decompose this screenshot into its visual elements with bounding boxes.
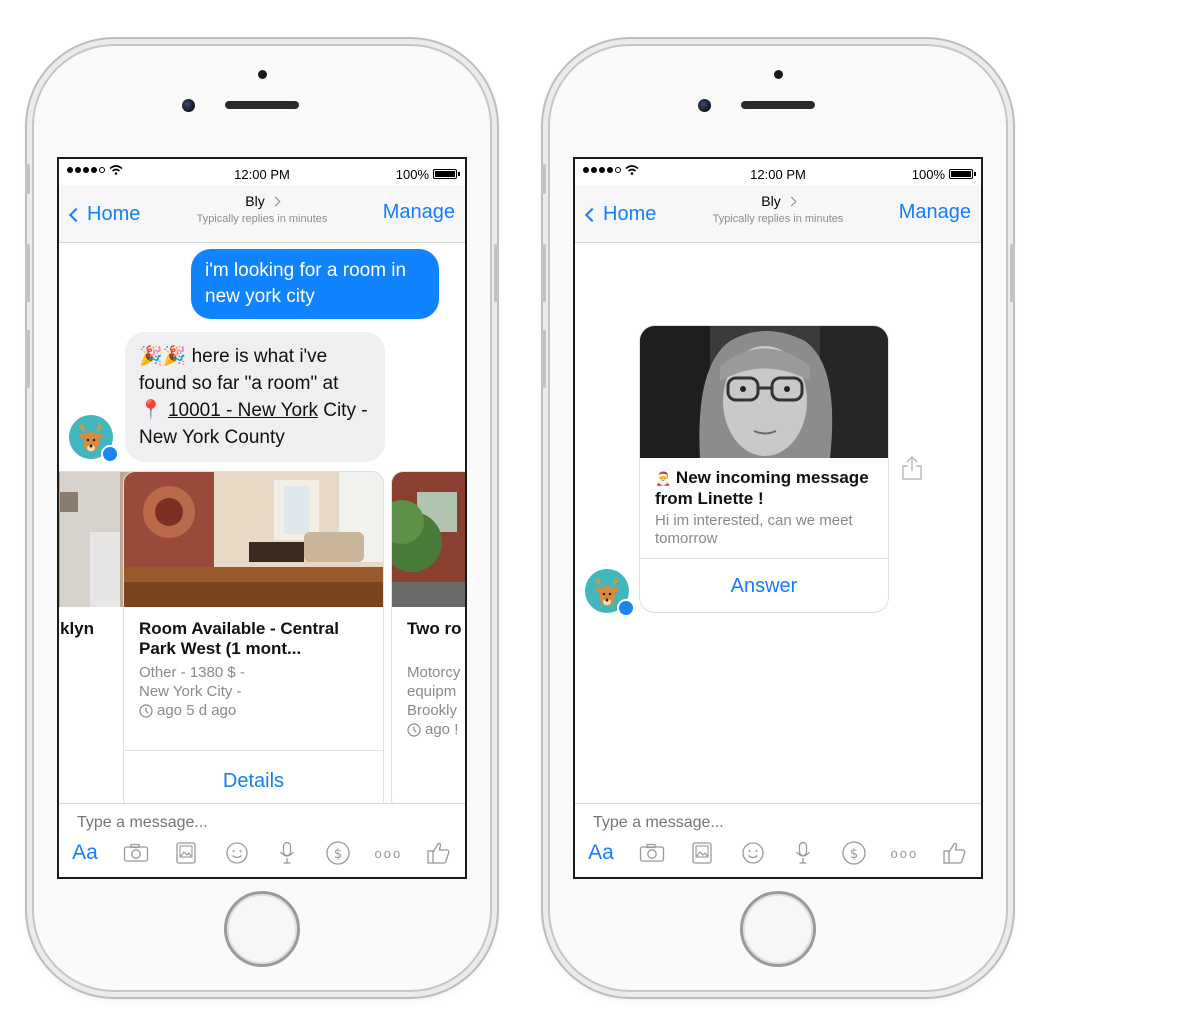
- chevron-right-icon: [786, 196, 797, 206]
- screen: 12:00 PM 100% Home Bly Typically replies…: [573, 157, 983, 879]
- status-bar: 12:00 PM 100%: [59, 159, 465, 185]
- listing-age-text: ago !: [425, 721, 459, 738]
- listing-location: New York City -: [139, 683, 242, 700]
- front-camera: [698, 99, 711, 112]
- conversation-title: Bly: [245, 193, 265, 209]
- screen: 12:00 PM 100% Home Bly Typically replies…: [57, 157, 467, 879]
- svg-text:$: $: [850, 847, 858, 862]
- battery-icon: [433, 169, 460, 179]
- clock-icon: [139, 703, 153, 718]
- nav-bar: Home Bly Typically replies in minutes Ma…: [575, 185, 981, 243]
- more-options-icon[interactable]: ooo: [890, 840, 918, 866]
- microphone-icon[interactable]: [273, 840, 301, 866]
- listing-card[interactable]: Room Available - Central Park West (1 mo…: [123, 471, 384, 811]
- listing-card[interactable]: Two ro Hill wa Motorcy equipm Brookly ag…: [391, 471, 465, 811]
- details-button[interactable]: Details: [124, 750, 383, 810]
- volume-up-button: [541, 244, 546, 302]
- bot-avatar[interactable]: [585, 569, 635, 617]
- listing-photo: [124, 472, 383, 607]
- location-link[interactable]: 10001 - New York: [168, 400, 318, 421]
- text-format-button[interactable]: Aa: [587, 840, 615, 866]
- power-button: [494, 244, 499, 302]
- listing-title: Room Available - Central Park West (1 mo…: [139, 619, 339, 658]
- party-emoji: 🎉🎉: [139, 346, 187, 367]
- camera-icon[interactable]: [122, 840, 150, 866]
- incoming-message: 🎉🎉 here is what i've found so far "a roo…: [125, 332, 385, 462]
- battery-percent: 100%: [395, 167, 429, 182]
- like-icon[interactable]: [941, 840, 969, 866]
- listing-line: Motorcy: [407, 664, 461, 681]
- message-card[interactable]: 🎅 New incoming message from Linette ! Hi…: [639, 325, 889, 613]
- composer-toolbar: Aa $ ooo: [71, 840, 453, 866]
- text-format-button[interactable]: Aa: [71, 840, 99, 866]
- microphone-icon[interactable]: [789, 840, 817, 866]
- pin-emoji: 📍: [139, 400, 163, 421]
- battery-icon: [949, 169, 976, 179]
- camera-icon[interactable]: [638, 840, 666, 866]
- listing-line: Brookly: [407, 702, 458, 719]
- battery-percent: 100%: [911, 167, 945, 182]
- mute-switch: [541, 164, 546, 194]
- proximity-sensor: [258, 70, 267, 79]
- status-bar: 12:00 PM 100%: [575, 159, 981, 185]
- card-title: 🎅 New incoming message from Linette !: [655, 468, 880, 509]
- sender-photo: [640, 326, 888, 458]
- listing-type-price: Other - 1380 $ -: [139, 664, 245, 681]
- card-title-text: New incoming message from Linette !: [655, 468, 869, 508]
- emoji-icon[interactable]: [223, 840, 251, 866]
- manage-button[interactable]: Manage: [383, 201, 455, 224]
- phone-left: 12:00 PM 100% Home Bly Typically replies…: [25, 44, 499, 992]
- home-button[interactable]: [740, 891, 816, 967]
- payment-icon[interactable]: $: [324, 840, 352, 866]
- volume-up-button: [25, 244, 30, 302]
- listing-photo: [392, 472, 465, 607]
- message-input[interactable]: [77, 814, 377, 832]
- manage-button[interactable]: Manage: [899, 201, 971, 224]
- outgoing-message: i'm looking for a room in new york city: [191, 249, 439, 319]
- volume-down-button: [25, 330, 30, 388]
- more-label: ooo: [374, 845, 403, 861]
- listing-title: Two ro Hill wa: [407, 619, 465, 638]
- payment-icon[interactable]: $: [840, 840, 868, 866]
- card-message: Hi im interested, can we meet tomorrow: [655, 512, 853, 547]
- earpiece-speaker: [741, 101, 815, 109]
- svg-text:$: $: [334, 847, 342, 862]
- message-input[interactable]: [593, 814, 893, 832]
- listing-title: klyn: [60, 619, 95, 638]
- chevron-right-icon: [270, 196, 281, 206]
- composer-toolbar: Aa $ ooo: [587, 840, 969, 866]
- answer-button[interactable]: Answer: [640, 558, 888, 612]
- listing-line: equipm: [407, 683, 457, 700]
- power-button: [1010, 244, 1015, 302]
- more-label: ooo: [890, 845, 919, 861]
- clock-icon: [407, 722, 421, 737]
- message-composer: Aa $ ooo: [575, 803, 981, 877]
- gallery-icon[interactable]: [172, 840, 200, 866]
- volume-down-button: [541, 330, 546, 388]
- mute-switch: [25, 164, 30, 194]
- earpiece-speaker: [225, 101, 299, 109]
- listing-age: ago 5 d ago: [139, 701, 236, 720]
- share-icon[interactable]: [900, 455, 924, 481]
- phone-right: 12:00 PM 100% Home Bly Typically replies…: [541, 44, 1015, 992]
- proximity-sensor: [774, 70, 783, 79]
- message-composer: Aa $ ooo: [59, 803, 465, 877]
- gallery-icon[interactable]: [688, 840, 716, 866]
- like-icon[interactable]: [425, 840, 453, 866]
- listing-age: ago !: [407, 720, 458, 739]
- messenger-badge-icon: [101, 445, 119, 463]
- listing-age-text: ago 5 d ago: [157, 702, 237, 719]
- home-button[interactable]: [224, 891, 300, 967]
- bot-avatar[interactable]: [69, 415, 119, 463]
- emoji-icon[interactable]: [739, 840, 767, 866]
- conversation-title: Bly: [761, 193, 781, 209]
- nav-bar: Home Bly Typically replies in minutes Ma…: [59, 185, 465, 243]
- front-camera: [182, 99, 195, 112]
- messenger-badge-icon: [617, 599, 635, 617]
- santa-emoji: 🎅: [655, 471, 672, 486]
- more-options-icon[interactable]: ooo: [374, 840, 402, 866]
